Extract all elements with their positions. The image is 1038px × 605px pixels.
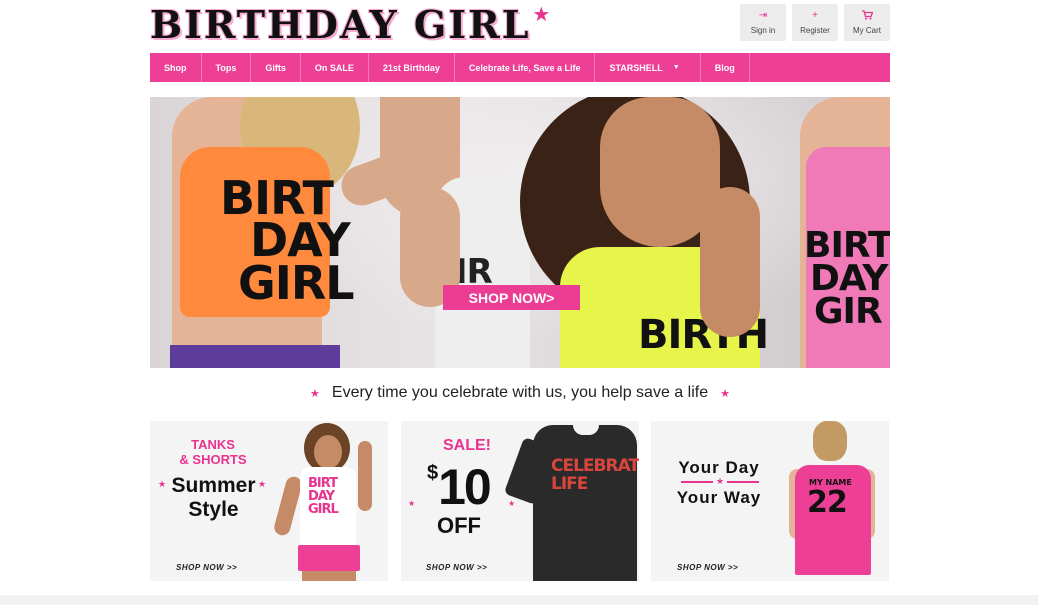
sign-in-label: Sign in [750, 26, 776, 35]
promo-kicker: TANKS & SHORTS [179, 437, 247, 467]
nav-item-blog[interactable]: Blog [701, 53, 750, 82]
promo-line-2: Your Way [676, 488, 762, 507]
nav-label: Shop [164, 62, 187, 73]
hero-shop-now-button[interactable]: SHOP NOW> [443, 285, 580, 310]
tagline-text: Every time you celebrate with us, you he… [331, 384, 709, 401]
nav-label: Blog [714, 62, 735, 73]
promo-shop-now-link[interactable]: SHOP NOW >> [677, 563, 738, 572]
tagline: ★ Every time you celebrate with us, you … [150, 382, 890, 404]
register-button[interactable]: + Register [792, 4, 838, 41]
promo-shop-now-link[interactable]: SHOP NOW >> [176, 563, 237, 572]
star-icon: ★ [258, 479, 267, 489]
promo-model-back-image: MY NAME 22 [787, 421, 889, 581]
hero-person-1: BIRT DAY GIRL [150, 97, 360, 368]
plus-icon: + [812, 10, 818, 21]
star-icon: ★ [713, 476, 728, 486]
nav-label: On SALE [314, 62, 354, 73]
promo-line-1: Your Day [678, 458, 760, 477]
sign-in-button[interactable]: ⇥ Sign in [740, 4, 786, 41]
nav-item-21st-birthday[interactable]: 21st Birthday [369, 53, 455, 82]
logo-text: BIRTHDAY GIRL [150, 2, 531, 47]
sign-in-icon: ⇥ [758, 10, 768, 21]
nav-item-starshell[interactable]: STARSHELL ▼ [595, 53, 701, 82]
nav-item-on-sale[interactable]: On SALE [301, 53, 369, 82]
star-icon: ★ [720, 387, 730, 400]
register-label: Register [800, 26, 830, 35]
my-cart-label: My Cart [853, 26, 881, 35]
hero-shirt-text-4: BIRTHDAYGIR [804, 225, 890, 333]
nav-item-gifts[interactable]: Gifts [251, 53, 301, 82]
my-cart-button[interactable]: My Cart [844, 4, 890, 41]
promo-title: Summer Style [171, 474, 256, 521]
nav-item-tops[interactable]: Tops [202, 53, 252, 82]
sale-price: $10 [427, 459, 492, 515]
nav-label: 21st Birthday [382, 62, 440, 73]
promo-shirt-text: BIRT DAY GIRL [308, 476, 339, 517]
promo-tee-image: CELEBRAT LIFE [503, 421, 639, 581]
footer-bar [0, 595, 1038, 605]
jersey-number: 22 [807, 485, 848, 520]
sale-label: SALE! [443, 437, 491, 454]
hero-person-4: BIRTHDAYGIR [790, 97, 890, 368]
promo-tee-text: CELEBRAT LIFE [551, 456, 639, 494]
nav-label: STARSHELL [609, 62, 663, 73]
cart-icon [861, 10, 873, 22]
nav-item-shop[interactable]: Shop [150, 53, 202, 82]
promo-card-sale[interactable]: SALE! $10 OFF ★ ★ CELEBRAT LIFE SHOP NOW … [401, 421, 639, 581]
site-logo[interactable]: BIRTHDAY GIRL ★ [150, 4, 550, 46]
nav-item-celebrate-life[interactable]: Celebrate Life, Save a Life [455, 53, 596, 82]
logo-star-icon: ★ [532, 4, 551, 26]
nav-label: Tops [215, 62, 237, 73]
user-actions: ⇥ Sign in + Register My Cart [740, 4, 890, 41]
hero-banner[interactable]: BIRTDAYGIRL BIR BIRTH BIRTHDAYGIR [150, 97, 890, 368]
promo-shop-now-link[interactable]: SHOP NOW >> [426, 563, 487, 572]
promo-model-image: BIRT DAY GIRL [270, 421, 388, 581]
star-icon: ★ [408, 499, 416, 508]
hero-person-3: BIRTH [520, 97, 790, 368]
hero-shirt-text-1: BIRT DAY GIRL [220, 171, 355, 310]
nav-label: Gifts [265, 62, 286, 73]
page: BIRTHDAY GIRL ★ ⇥ Sign in + Register My … [0, 0, 1038, 605]
nav-label: Celebrate Life, Save a Life [468, 62, 581, 73]
main-nav: Shop Tops Gifts On SALE 21st Birthday Ce… [150, 53, 890, 82]
promo-card-summer-style[interactable]: TANKS & SHORTS ★ Summer Style ★ BIRT DAY G… [150, 421, 388, 581]
sale-off-label: OFF [437, 513, 481, 538]
hero-person-2: BIR [335, 97, 530, 368]
chevron-down-icon: ▼ [672, 64, 680, 71]
star-icon: ★ [310, 387, 320, 400]
promo-card-your-day[interactable]: Your Day ★ Your Way MY NAME 22 SHOP NOW … [651, 421, 889, 581]
